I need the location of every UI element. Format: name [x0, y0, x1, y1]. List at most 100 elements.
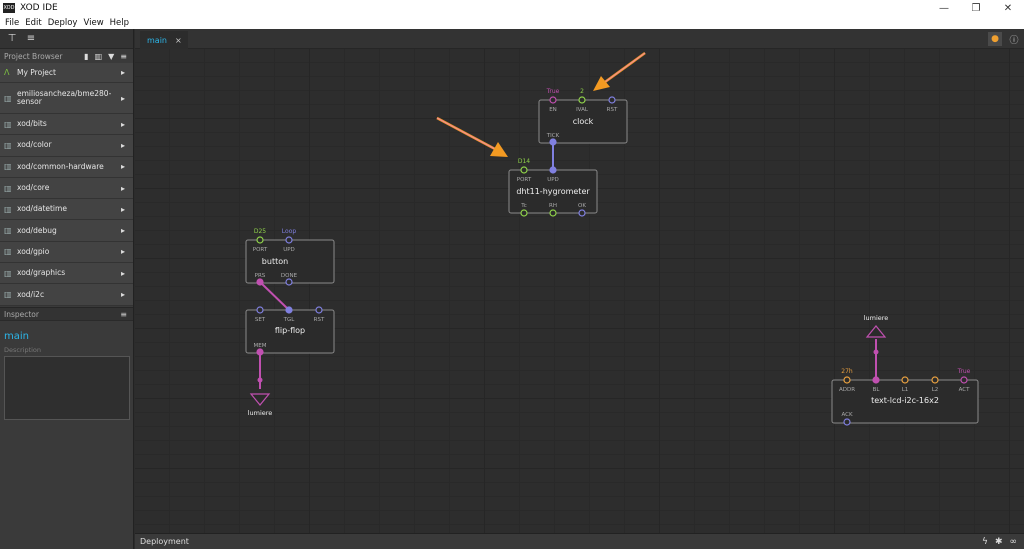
- value-lcd-act: True: [957, 368, 971, 375]
- chevron-right-icon: ▸: [120, 119, 125, 129]
- menu-icon[interactable]: ≡: [120, 310, 127, 319]
- deployment-label[interactable]: Deployment: [140, 537, 982, 546]
- pin-label: RST: [314, 317, 325, 323]
- upload-icon[interactable]: ϟ: [982, 537, 988, 547]
- bus-label: lumiere: [248, 409, 273, 417]
- pin-clock-rst[interactable]: [608, 96, 616, 104]
- pin-lcd-l1[interactable]: [901, 376, 909, 384]
- pin-label: TGL: [283, 317, 296, 323]
- patch-canvas[interactable]: True 2 EN IVAL RST clock TICK D14 PORT U…: [135, 49, 1024, 533]
- library-icon: ▥: [4, 204, 12, 214]
- library-item-gpio[interactable]: ▥ xod/gpio ▸: [0, 241, 133, 264]
- menu-view[interactable]: View: [83, 18, 103, 28]
- pin-clock-en[interactable]: [549, 96, 557, 104]
- sidebar: ⊤ ≡ Project Browser ▮ ▥ ▼ ≡ Λ My Project ▸…: [0, 29, 134, 549]
- library-item-graphics[interactable]: ▥ xod/graphics ▸: [0, 263, 133, 285]
- pin-clock-tick[interactable]: [549, 138, 557, 146]
- node-clock[interactable]: True 2 EN IVAL RST clock TICK: [538, 88, 628, 146]
- menu-bar: File Edit Deploy View Help: [0, 16, 1024, 29]
- pin-bus-out[interactable]: [873, 349, 879, 355]
- patch-svg: True 2 EN IVAL RST clock TICK D14 PORT U…: [245, 51, 979, 426]
- pin-label: BL: [873, 387, 881, 393]
- pin-label: UPD: [547, 177, 559, 183]
- menu-edit[interactable]: Edit: [25, 18, 41, 28]
- menu-icon[interactable]: ≡: [120, 52, 127, 61]
- chevron-right-icon: ▸: [120, 247, 125, 257]
- pin-label: OK: [578, 203, 586, 209]
- pin-button-port[interactable]: [256, 236, 264, 244]
- tab-bar: main × ● ⓘ: [135, 29, 1024, 49]
- library-item-color[interactable]: ▥ xod/color ▸: [0, 135, 133, 157]
- node-flip-flop[interactable]: SET TGL RST flip-flop MEM: [245, 306, 335, 356]
- library-item-common-hardware[interactable]: ▥ xod/common-hardware ▸: [0, 156, 133, 178]
- pin-clock-ival[interactable]: [578, 96, 586, 104]
- pin-lcd-bl[interactable]: [872, 376, 880, 384]
- pin-dht11-tc[interactable]: [520, 209, 528, 217]
- pin-flipflop-set[interactable]: [256, 306, 264, 314]
- pin-dht11-rh[interactable]: [549, 209, 557, 217]
- menu-help[interactable]: Help: [110, 18, 129, 28]
- node-dht11-hygrometer[interactable]: D14 PORT UPD dht11-hygrometer Tc RH OK: [508, 158, 598, 217]
- user-icon[interactable]: ●: [988, 32, 1002, 46]
- chevron-right-icon: ▸: [120, 68, 125, 77]
- menu-file[interactable]: File: [5, 18, 19, 28]
- pin-bus-in[interactable]: [257, 377, 263, 383]
- node-button[interactable]: D25 Loop PORT UPD button PRS DONE: [245, 228, 335, 286]
- menu-deploy[interactable]: Deploy: [48, 18, 78, 28]
- pin-button-upd[interactable]: [285, 236, 293, 244]
- filter-icon[interactable]: ▼: [108, 52, 114, 61]
- library-item-bme280[interactable]: ▥ emiliosancheza/bme280-sensor ▸: [0, 83, 133, 114]
- project-tree-icon[interactable]: ⊤: [5, 33, 19, 44]
- library-item-i2c[interactable]: ▥ xod/i2c ▸: [0, 284, 133, 306]
- close-icon[interactable]: ✕: [992, 0, 1024, 16]
- annotation-arrow-port: [436, 116, 508, 157]
- description-field[interactable]: [4, 356, 130, 420]
- library-icon: ▥: [4, 162, 12, 172]
- inspector-patch-name: main: [4, 331, 29, 342]
- minimize-icon[interactable]: —: [928, 0, 960, 16]
- pin-lcd-ack[interactable]: [843, 418, 851, 426]
- pin-lcd-act[interactable]: [960, 376, 968, 384]
- library-item-core[interactable]: ▥ xod/core ▸: [0, 177, 133, 200]
- pin-dht11-port[interactable]: [520, 166, 528, 174]
- inspector-title: Inspector: [4, 309, 39, 319]
- tab-label: main: [147, 35, 167, 45]
- pin-dht11-upd[interactable]: [549, 166, 557, 174]
- library-item-datetime[interactable]: ▥ xod/datetime ▸: [0, 199, 133, 221]
- value-clock-en: True: [546, 88, 560, 95]
- bus-triangle-up-icon: [865, 325, 887, 338]
- value-lcd-addr: 27h: [841, 368, 853, 375]
- value-clock-ival: 2: [580, 88, 584, 95]
- new-file-icon[interactable]: ▮: [84, 52, 88, 61]
- pin-label: L2: [932, 387, 939, 393]
- simulate-icon[interactable]: ∞: [1010, 537, 1018, 547]
- library-item-debug[interactable]: ▥ xod/debug ▸: [0, 220, 133, 242]
- close-icon[interactable]: ×: [175, 36, 182, 45]
- add-library-icon[interactable]: ▥: [95, 52, 103, 61]
- sliders-icon[interactable]: ≡: [24, 33, 38, 44]
- help-icon[interactable]: ⓘ: [1007, 32, 1021, 46]
- pin-label: L1: [902, 387, 909, 393]
- pin-flipflop-mem[interactable]: [256, 348, 264, 356]
- pin-label: TICK: [546, 133, 560, 139]
- pin-dht11-ok[interactable]: [578, 209, 586, 217]
- pin-label: ACT: [959, 387, 971, 393]
- node-text-lcd-i2c-16x2[interactable]: 27h True ADDR BL L1 L2 ACT text-lcd-i2c-…: [831, 368, 979, 426]
- pin-lcd-addr[interactable]: [843, 376, 851, 384]
- tab-main[interactable]: main ×: [140, 31, 188, 49]
- pin-flipflop-rst[interactable]: [315, 306, 323, 314]
- pin-lcd-l2[interactable]: [931, 376, 939, 384]
- pin-label: SET: [255, 317, 266, 323]
- node-title: button: [262, 257, 288, 266]
- pin-label: DONE: [281, 273, 298, 279]
- pin-button-done[interactable]: [285, 278, 293, 286]
- debug-icon[interactable]: ✱: [995, 537, 1003, 547]
- restore-icon[interactable]: ❐: [960, 0, 992, 16]
- pin-flipflop-tgl[interactable]: [285, 306, 293, 314]
- library-item-bits[interactable]: ▥ xod/bits ▸: [0, 114, 133, 136]
- library-item-my-project[interactable]: Λ My Project ▸: [0, 63, 133, 83]
- chevron-right-icon: ▸: [120, 290, 125, 300]
- sidebar-toolbar: ⊤ ≡: [0, 29, 133, 49]
- pin-button-prs[interactable]: [256, 278, 264, 286]
- pin-label: ADDR: [839, 387, 855, 393]
